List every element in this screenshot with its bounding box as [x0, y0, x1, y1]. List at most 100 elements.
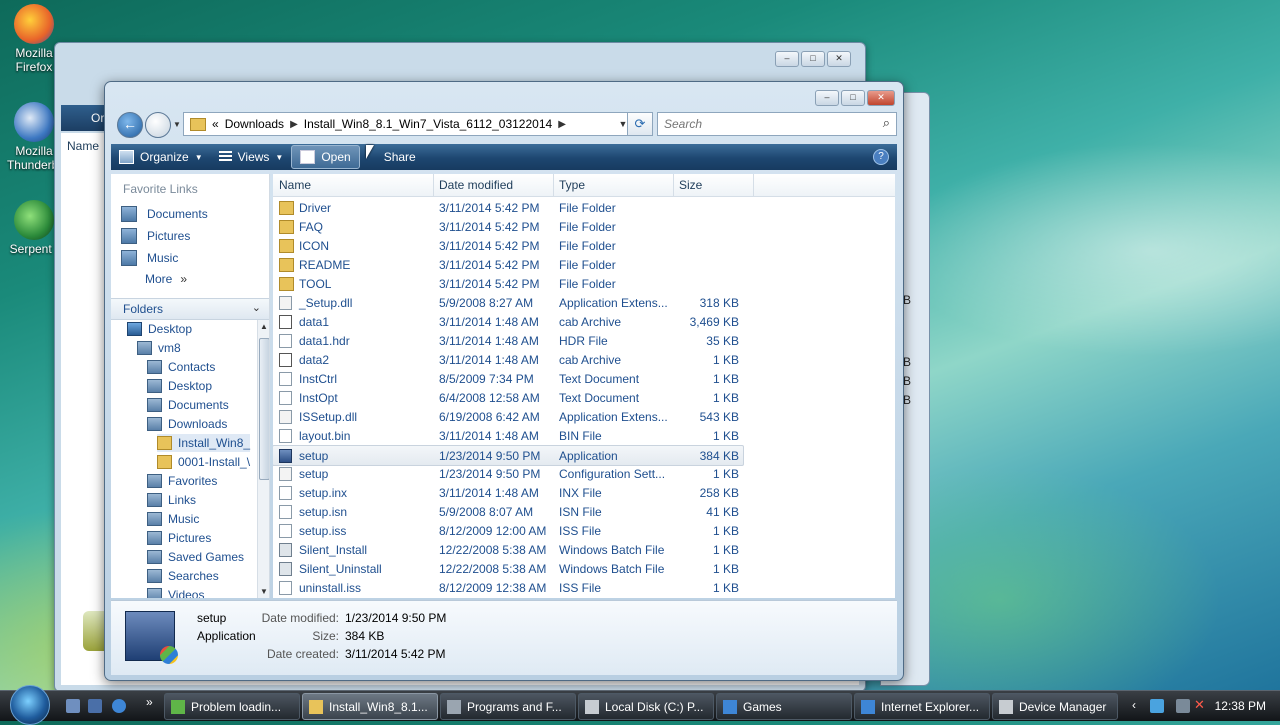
organize-button[interactable]: Organize ▼ [111, 146, 211, 168]
file-row[interactable]: InstCtrl 8/5/2009 7:34 PM Text Document 1 K… [273, 369, 743, 388]
column-name[interactable]: Name [279, 178, 311, 192]
refresh-button[interactable]: ⟳ [627, 112, 653, 136]
favorite-link-more[interactable]: More » [145, 272, 187, 286]
folders-header[interactable]: Folders ⌄ [111, 298, 269, 320]
tree-item[interactable]: Desktop [147, 377, 212, 395]
file-row[interactable]: uninstall.iss 8/12/2009 12:38 AM ISS File 1… [273, 578, 743, 597]
column-divider[interactable] [673, 174, 674, 196]
explorer-window[interactable]: – □ ✕ ← ▼ « Downloads ▶ Install_Win8_8.1… [104, 81, 904, 681]
column-size[interactable]: Size [679, 178, 702, 192]
file-row[interactable]: _Setup.dll 5/9/2008 8:27 AM Application Ex… [273, 293, 743, 312]
tree-item[interactable]: Install_Win8_ [157, 434, 251, 452]
tree-item[interactable]: Videos [147, 586, 204, 598]
file-row[interactable]: data2 3/11/2014 1:48 AM cab Archive 1 KB [273, 350, 743, 369]
column-divider[interactable] [433, 174, 434, 196]
start-button[interactable] [10, 685, 50, 725]
search-icon[interactable]: ⌕ [883, 115, 890, 131]
address-overflow-chevron[interactable]: « [212, 117, 219, 131]
favorite-link-pictures[interactable]: Pictures [121, 228, 190, 244]
taskbar-button[interactable]: Local Disk (C:) P... [578, 693, 714, 720]
maximize-button[interactable]: □ [841, 90, 865, 106]
file-row[interactable]: README 3/11/2014 5:42 PM File Folder [273, 255, 743, 274]
views-button[interactable]: Views ▼ [211, 146, 292, 168]
favorite-link-music[interactable]: Music [121, 250, 178, 266]
file-row[interactable]: InstOpt 6/4/2008 12:58 AM Text Document 1 K… [273, 388, 743, 407]
minimize-button[interactable]: – [775, 51, 799, 67]
address-segment-install-folder[interactable]: Install_Win8_8.1_Win7_Vista_6112_0312201… [304, 117, 552, 131]
file-row[interactable]: setup 1/23/2014 9:50 PM Configuration Sett… [273, 464, 743, 483]
file-row[interactable]: ISSetup.dll 6/19/2008 6:42 AM Application … [273, 407, 743, 426]
clock[interactable]: 12:38 PM [1215, 699, 1266, 713]
back-button[interactable]: ← [117, 112, 143, 138]
show-desktop-icon[interactable] [66, 699, 80, 713]
tree-item[interactable]: Pictures [147, 529, 211, 547]
taskbar-button[interactable]: Install_Win8_8.1... [302, 693, 438, 720]
file-row[interactable]: setup.iss 8/12/2009 12:00 AM ISS File 1 KB [273, 521, 743, 540]
minimize-button[interactable]: – [815, 90, 839, 106]
column-date-modified[interactable]: Date modified [439, 178, 513, 192]
file-row[interactable]: data1 3/11/2014 1:48 AM cab Archive 3,469 K… [273, 312, 743, 331]
address-segment-downloads[interactable]: Downloads [225, 117, 284, 131]
file-row[interactable]: data1.hdr 3/11/2014 1:48 AM HDR File 35 KB [273, 331, 743, 350]
taskbar-button[interactable]: Internet Explorer... [854, 693, 990, 720]
tree-item[interactable]: Searches [147, 567, 219, 585]
forward-button[interactable] [145, 112, 171, 138]
column-divider[interactable] [753, 174, 754, 196]
taskbar-button[interactable]: Problem loadin... [164, 693, 300, 720]
file-row[interactable]: layout.bin 3/11/2014 1:48 AM BIN File 1 KB [273, 426, 743, 445]
file-row[interactable]: Silent_Uninstall 12/22/2008 5:38 AM Window… [273, 559, 743, 578]
chevron-down-icon[interactable]: ⌄ [252, 301, 261, 314]
tree-item[interactable]: Desktop [127, 320, 192, 338]
tree-item[interactable]: Saved Games [147, 548, 244, 566]
maximize-button[interactable]: □ [801, 51, 825, 67]
taskbar-button[interactable]: Device Manager [992, 693, 1118, 720]
tree-item[interactable]: 0001-Install_\ [157, 453, 250, 471]
recent-pages-dropdown[interactable]: ▼ [173, 120, 181, 129]
close-button[interactable]: ✕ [827, 51, 851, 67]
tree-item[interactable]: Links [147, 491, 196, 509]
address-bar[interactable]: « Downloads ▶ Install_Win8_8.1_Win7_Vist… [183, 112, 633, 136]
tree-item[interactable]: Favorites [147, 472, 217, 490]
volume-muted-icon[interactable]: ✕ [1194, 697, 1205, 713]
scrollbar-thumb[interactable] [259, 338, 269, 480]
column-divider[interactable] [553, 174, 554, 196]
file-type: BIN File [559, 429, 602, 443]
favorite-link-documents[interactable]: Documents [121, 206, 208, 222]
taskbar-button[interactable]: Games [716, 693, 852, 720]
column-type[interactable]: Type [559, 178, 585, 192]
file-row[interactable]: Driver 3/11/2014 5:42 PM File Folder [273, 198, 743, 217]
file-row[interactable]: TOOL 3/11/2014 5:42 PM File Folder [273, 274, 743, 293]
breadcrumb-arrow-icon[interactable]: ▶ [558, 119, 566, 130]
open-button[interactable]: Open [291, 145, 360, 169]
folder-tree-scrollbar[interactable]: ▲ ▼ [257, 320, 269, 598]
file-row[interactable]: FAQ 3/11/2014 5:42 PM File Folder [273, 217, 743, 236]
tree-item[interactable]: vm8 [137, 339, 181, 357]
search-box[interactable]: ⌕ [657, 112, 897, 136]
scroll-up-icon[interactable]: ▲ [260, 322, 268, 331]
tree-item[interactable]: Documents [147, 396, 229, 414]
help-icon[interactable]: ? [873, 149, 889, 165]
file-row[interactable]: setup.isn 5/9/2008 8:07 AM ISN File 41 KB [273, 502, 743, 521]
breadcrumb-arrow-icon[interactable]: ▶ [290, 119, 298, 130]
favorite-link-label: Pictures [147, 229, 191, 243]
file-row[interactable]: ICON 3/11/2014 5:42 PM File Folder [273, 236, 743, 255]
taskbar-button[interactable]: Programs and F... [440, 693, 576, 720]
file-row[interactable]: Silent_Install 12/22/2008 5:38 AM Windows … [273, 540, 743, 559]
network-icon[interactable] [1150, 699, 1164, 713]
taskbar-app-icon [999, 699, 1013, 714]
switch-windows-icon[interactable] [88, 699, 102, 713]
file-row[interactable]: setup.inx 3/11/2014 1:48 AM INX File 258 KB [273, 483, 743, 502]
tree-item[interactable]: Contacts [147, 358, 215, 376]
file-row[interactable]: setup 1/23/2014 9:50 PM Application 384 KB [273, 445, 744, 466]
scroll-down-icon[interactable]: ▼ [260, 587, 268, 596]
tree-item[interactable]: Music [147, 510, 199, 528]
tree-item[interactable]: Downloads [147, 415, 227, 433]
chevron-left-icon[interactable]: ‹ [1132, 698, 1136, 712]
search-input[interactable] [662, 116, 866, 132]
internet-explorer-icon[interactable] [112, 699, 126, 713]
monitor-icon[interactable] [1176, 699, 1190, 713]
quicklaunch-more-chevron[interactable]: » [146, 695, 153, 709]
folder-tree: Desktop vm8 Contacts Desktop Documents Downlo… [111, 320, 257, 598]
open-icon [300, 150, 316, 164]
close-button[interactable]: ✕ [867, 90, 895, 106]
